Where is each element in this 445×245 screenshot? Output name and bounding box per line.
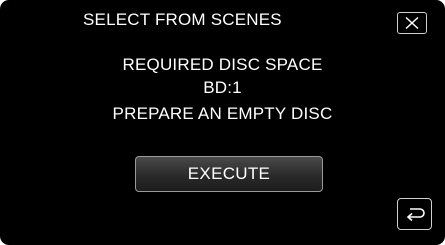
screen-title: SELECT FROM SCENES bbox=[83, 10, 282, 29]
camera-menu-screen: SELECT FROM SCENES REQUIRED DISC SPACE B… bbox=[0, 0, 445, 245]
disc-space-label: REQUIRED DISC SPACE bbox=[122, 55, 323, 74]
close-button[interactable] bbox=[397, 12, 427, 34]
back-button[interactable] bbox=[397, 198, 432, 230]
disc-count-value: BD:1 bbox=[203, 78, 242, 97]
return-arrow-icon bbox=[406, 208, 425, 222]
execute-button[interactable]: EXECUTE bbox=[135, 156, 323, 192]
close-icon bbox=[405, 16, 419, 30]
prepare-disc-instruction: PREPARE AN EMPTY DISC bbox=[112, 104, 333, 123]
execute-button-label: EXECUTE bbox=[187, 164, 271, 183]
